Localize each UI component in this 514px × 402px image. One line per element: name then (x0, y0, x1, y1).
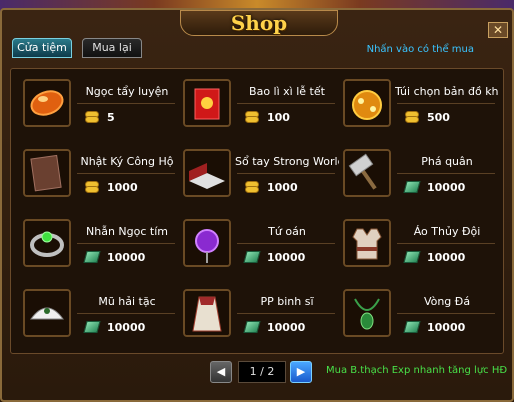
item-price: 10000 (267, 251, 306, 264)
gold-coin-icon (85, 111, 99, 123)
close-button[interactable]: ✕ (488, 22, 508, 38)
shop-item-card[interactable]: Áo Thủy Đội 10000 (343, 219, 495, 279)
item-price: 10000 (427, 181, 466, 194)
item-name: Sổ tay Strong World (235, 155, 339, 168)
title-plate: Shop (180, 10, 338, 36)
ring-icon (23, 219, 71, 267)
shop-item-card[interactable]: Tứ oán 10000 (183, 219, 335, 279)
page-indicator: 1 / 2 (238, 361, 286, 383)
green-gem-icon (403, 321, 421, 333)
red-envelope-icon (183, 79, 231, 127)
tab-shop[interactable]: Cửa tiệm (12, 38, 72, 58)
item-name: PP binh sĩ (260, 295, 314, 308)
prev-page-button[interactable]: ◀ (210, 361, 232, 383)
item-name: Vòng Đá (423, 295, 471, 308)
item-price: 500 (427, 111, 450, 124)
divider (237, 103, 335, 104)
divider (77, 243, 175, 244)
item-price: 1000 (107, 181, 138, 194)
shop-item-card[interactable]: Vòng Đá 10000 (343, 289, 495, 349)
green-gem-icon (403, 251, 421, 263)
divider (237, 313, 335, 314)
purple-orb-icon (183, 219, 231, 267)
hammer-icon (343, 149, 391, 197)
open-book-icon (183, 149, 231, 197)
green-gem-icon (243, 251, 261, 263)
divider (237, 243, 335, 244)
item-price: 100 (267, 111, 290, 124)
divider (397, 173, 495, 174)
promo-link[interactable]: Mua B.thạch Exp nhanh tăng lực HĐ (326, 365, 507, 376)
item-price: 1000 (267, 181, 298, 194)
item-name: Áo Thủy Đội (413, 225, 481, 238)
item-name: Túi chọn bản đồ kho báu (395, 85, 499, 98)
tab-buyback[interactable]: Mua lại (82, 38, 142, 58)
divider (77, 103, 175, 104)
green-gem-icon (243, 321, 261, 333)
pirate-hat-icon (23, 289, 71, 337)
item-price: 10000 (427, 251, 466, 264)
shop-item-card[interactable]: PP binh sĩ 10000 (183, 289, 335, 349)
necklace-icon (343, 289, 391, 337)
divider (397, 103, 495, 104)
shop-item-card[interactable]: Mũ hải tặc 10000 (23, 289, 175, 349)
gold-coin-icon (245, 111, 259, 123)
divider (397, 243, 495, 244)
shop-item-card[interactable]: Phá quân 10000 (343, 149, 495, 209)
shop-item-card[interactable]: Ngọc tẩy luyện 5 (23, 79, 175, 139)
window-title: Shop (230, 11, 288, 35)
shop-item-card[interactable]: Nhẫn Ngọc tím 10000 (23, 219, 175, 279)
item-name: Tứ oán (268, 225, 306, 238)
item-name: Nhẫn Ngọc tím (86, 225, 168, 238)
item-name: Bao lì xì lễ tết (249, 85, 325, 98)
green-gem-icon (83, 251, 101, 263)
next-page-button[interactable]: ▶ (290, 361, 312, 383)
diary-icon (23, 149, 71, 197)
hint-text: Nhấn vào có thể mua (366, 44, 474, 55)
item-name: Phá quân (421, 155, 473, 168)
green-gem-icon (83, 321, 101, 333)
item-price: 10000 (107, 321, 146, 334)
shop-item-card[interactable]: Sổ tay Strong World 1000 (183, 149, 339, 209)
item-name: Ngọc tẩy luyện (85, 85, 169, 98)
green-gem-icon (403, 181, 421, 193)
gold-coin-icon (405, 111, 419, 123)
item-name: Nhật Ký Công Hộ (80, 155, 174, 168)
divider (77, 313, 175, 314)
divider (77, 173, 175, 174)
item-price: 10000 (427, 321, 466, 334)
item-price: 5 (107, 111, 115, 124)
orange-gem-icon (23, 79, 71, 127)
divider (237, 173, 335, 174)
shop-item-card[interactable]: Bao lì xì lễ tết 100 (183, 79, 335, 139)
vest-icon (343, 219, 391, 267)
item-grid: Ngọc tẩy luyện 5 Bao lì xì lễ tết 100 Tú… (10, 68, 504, 354)
treasure-bag-icon (343, 79, 391, 127)
gold-coin-icon (85, 181, 99, 193)
item-price: 10000 (267, 321, 306, 334)
cape-icon (183, 289, 231, 337)
gold-coin-icon (245, 181, 259, 193)
shop-item-card[interactable]: Nhật Ký Công Hộ 1000 (23, 149, 175, 209)
item-name: Mũ hải tặc (98, 295, 156, 308)
shop-item-card[interactable]: Túi chọn bản đồ kho báu 500 (343, 79, 499, 139)
divider (397, 313, 495, 314)
item-price: 10000 (107, 251, 146, 264)
